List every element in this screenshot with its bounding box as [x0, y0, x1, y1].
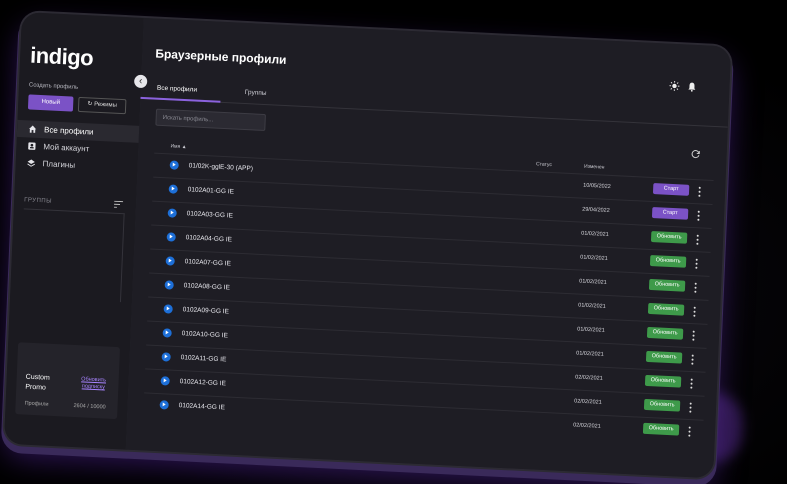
more-options-icon[interactable] — [691, 354, 694, 365]
promo-title: Custom Promo — [25, 373, 50, 392]
profile-name: 01/02K-gglE-30 (APP) — [188, 162, 254, 173]
start-button[interactable]: Старт — [652, 183, 690, 196]
update-button[interactable]: Обновить — [645, 350, 683, 364]
update-button[interactable]: Обновить — [648, 278, 686, 292]
column-status[interactable]: Статус — [536, 161, 552, 168]
play-icon[interactable] — [160, 376, 170, 386]
update-button[interactable]: Обновить — [647, 302, 685, 316]
update-button[interactable]: Обновить — [649, 254, 687, 268]
tab-all-profiles[interactable]: Все профили — [157, 85, 197, 94]
app-logo: indigo — [29, 42, 94, 71]
account-icon — [27, 141, 36, 150]
more-options-icon[interactable] — [695, 258, 698, 269]
play-icon[interactable] — [162, 328, 172, 338]
column-modified[interactable]: Изменен — [584, 164, 605, 171]
profile-name: 0102A10-GG IE — [181, 330, 229, 340]
update-button[interactable]: Обновить — [644, 374, 682, 388]
sidebar-item-label: Мой аккаунт — [43, 142, 90, 154]
promo-profiles-label: Профили — [24, 400, 49, 408]
more-options-icon[interactable] — [689, 402, 692, 413]
profile-name: 0102A11-GG IE — [180, 354, 227, 364]
profile-name: 0102A01-GG IE — [187, 186, 235, 196]
modified-date: 29/04/2022 — [582, 206, 610, 214]
more-options-icon[interactable] — [688, 426, 691, 437]
more-options-icon[interactable] — [698, 186, 701, 197]
modified-date: 01/02/2021 — [577, 326, 605, 334]
device-frame: indigo Создать профиль Новый ↻ Режимы Вс… — [3, 12, 732, 479]
more-options-icon[interactable] — [696, 234, 699, 245]
more-options-icon[interactable] — [697, 210, 700, 221]
play-icon[interactable] — [167, 208, 177, 218]
play-icon[interactable] — [169, 160, 179, 170]
modified-date: 01/02/2021 — [578, 302, 606, 310]
sidebar-nav: Все профили Мой аккаунт Плагины — [15, 119, 140, 177]
groups-list — [20, 208, 125, 303]
update-button[interactable]: Обновить — [646, 326, 684, 340]
profiles-table: Имя ▲ Статус Изменен 01/02K-gglE-30 (APP… — [143, 139, 714, 444]
profile-name: 0102A09-GG IE — [182, 306, 230, 316]
stage: indigo Создать профиль Новый ↻ Режимы Вс… — [0, 0, 787, 484]
page-title: Браузерные профили — [155, 46, 287, 67]
column-name[interactable]: Имя ▲ — [170, 143, 186, 150]
sidebar: indigo Создать профиль Новый ↻ Режимы Вс… — [3, 12, 145, 450]
modified-date: 02/02/2021 — [573, 422, 601, 430]
modified-date: 10/05/2022 — [583, 182, 611, 190]
main-content: Браузерные профили Все профили Группы Ис… — [125, 17, 732, 479]
play-icon[interactable] — [168, 184, 178, 194]
sort-icon[interactable] — [113, 200, 124, 208]
profile-name: 0102A12-GG IE — [179, 378, 227, 388]
update-button[interactable]: Обновить — [643, 398, 681, 412]
modified-date: 02/02/2021 — [574, 398, 602, 406]
upgrade-subscription-link[interactable]: Обновить подписку — [76, 376, 111, 392]
groups-label: ГРУППЫ — [23, 197, 53, 205]
sidebar-item-label: Все профили — [43, 125, 94, 137]
home-icon — [28, 124, 37, 133]
create-profile-label: Создать профиль — [28, 82, 79, 91]
profile-name: 0102A14-GG IE — [178, 402, 225, 412]
more-options-icon[interactable] — [692, 330, 695, 341]
start-button[interactable]: Старт — [651, 207, 689, 220]
profile-name: 0102A03-GG IE — [186, 210, 234, 220]
update-button[interactable]: Обновить — [650, 231, 688, 244]
update-button[interactable]: Обновить — [642, 422, 680, 436]
sidebar-item-label: Плагины — [42, 159, 76, 170]
search-input[interactable]: Искать профиль... — [155, 108, 266, 132]
profile-name: 0102A07-GG IE — [184, 258, 232, 268]
modified-date: 02/02/2021 — [575, 374, 603, 382]
play-icon[interactable] — [166, 232, 176, 242]
promo-profiles-count: 2604 / 10000 — [73, 402, 106, 411]
play-icon[interactable] — [161, 352, 171, 362]
profile-name: 0102A08-GG IE — [183, 282, 231, 292]
play-icon[interactable] — [165, 256, 175, 266]
modified-date: 01/02/2021 — [576, 350, 604, 358]
sun-icon[interactable] — [669, 80, 680, 91]
more-options-icon[interactable] — [693, 306, 696, 317]
bell-icon[interactable] — [687, 82, 696, 92]
modified-date: 01/02/2021 — [581, 230, 609, 238]
layers-icon — [26, 158, 35, 167]
modified-date: 01/02/2021 — [580, 254, 608, 262]
new-profile-button[interactable]: Новый — [27, 94, 74, 112]
refresh-icon[interactable] — [690, 149, 700, 159]
promo-card: Custom Promo Обновить подписку Профили 2… — [15, 342, 121, 420]
play-icon[interactable] — [164, 280, 174, 290]
tab-groups[interactable]: Группы — [245, 89, 267, 97]
tab-underline — [140, 96, 221, 103]
modified-date: 01/02/2021 — [579, 278, 607, 286]
more-options-icon[interactable] — [694, 282, 697, 293]
modes-button[interactable]: ↻ Режимы — [77, 96, 127, 115]
play-icon[interactable] — [163, 304, 173, 314]
play-icon[interactable] — [159, 400, 169, 410]
table-body: 01/02K-gglE-30 (APP) 10/05/2022 Старт 0102A… — [143, 152, 714, 444]
profile-name: 0102A04-GG IE — [185, 234, 233, 244]
more-options-icon[interactable] — [690, 378, 693, 389]
